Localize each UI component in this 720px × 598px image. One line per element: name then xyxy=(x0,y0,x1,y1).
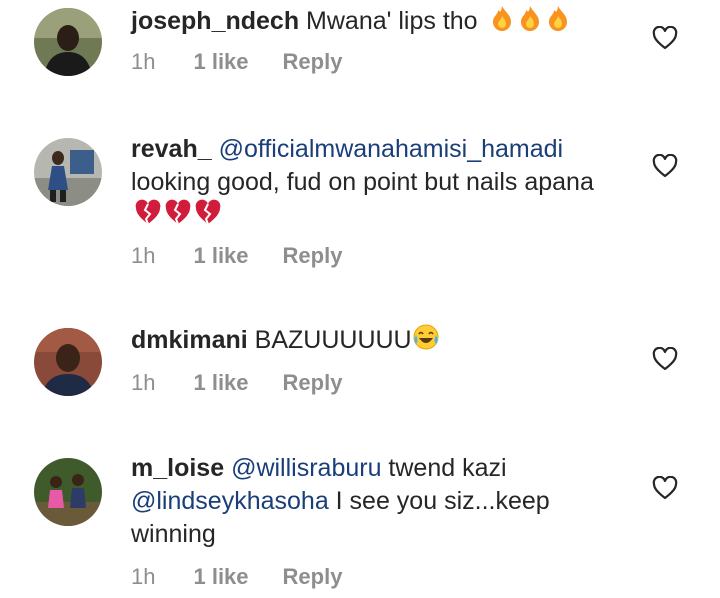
comment-username[interactable]: dmkimani xyxy=(131,326,248,354)
comment-time: 1h xyxy=(131,243,156,268)
avatar[interactable] xyxy=(34,8,102,76)
comment-body: BAZUUUUUU xyxy=(254,326,412,354)
avatar[interactable] xyxy=(34,328,102,396)
avatar[interactable] xyxy=(34,138,102,206)
comment-meta: 1h 1 like Reply xyxy=(131,564,376,590)
reply-button[interactable]: Reply xyxy=(283,370,343,396)
comment-username[interactable]: revah_ xyxy=(131,135,212,163)
comment-meta: 1h 1 like Reply xyxy=(131,370,376,396)
heart-icon[interactable] xyxy=(652,476,678,500)
comment-meta: 1h 1 like Reply xyxy=(131,49,376,75)
reply-button[interactable]: Reply xyxy=(283,243,343,269)
comment-body: Mwana' lips tho xyxy=(306,7,478,35)
mention-link[interactable]: @willisraburu xyxy=(231,454,381,482)
likes-count[interactable]: 1 like xyxy=(193,564,248,590)
comment-meta: 1h 1 like Reply xyxy=(131,243,376,269)
heart-icon[interactable] xyxy=(652,347,678,371)
likes-count[interactable]: 1 like xyxy=(193,49,248,75)
comment-text: joseph_ndech Mwana' lips tho xyxy=(131,4,631,41)
heart-icon[interactable] xyxy=(652,154,678,178)
comment-text: revah_ @officialmwanahamisi_hamadi looki… xyxy=(131,133,631,236)
tears-of-joy-icon xyxy=(412,323,440,360)
comment-body: twend kazi xyxy=(381,454,507,482)
comment-text: dmkimani BAZUUUUUU xyxy=(131,323,631,360)
comment-time: 1h xyxy=(131,49,156,74)
mention-link[interactable]: @lindseykhasoha xyxy=(131,487,329,515)
fire-icon xyxy=(489,4,573,41)
comment-time: 1h xyxy=(131,564,156,589)
comment-username[interactable]: joseph_ndech xyxy=(131,7,299,35)
comment-body: looking good, fud on point but nails apa… xyxy=(131,168,594,196)
reply-button[interactable]: Reply xyxy=(283,49,343,75)
avatar[interactable] xyxy=(34,458,102,526)
comment-username[interactable]: m_loise xyxy=(131,454,224,482)
broken-heart-icon xyxy=(135,199,223,236)
likes-count[interactable]: 1 like xyxy=(193,243,248,269)
comment-time: 1h xyxy=(131,370,156,395)
comment-text: m_loise @willisraburu twend kazi @lindse… xyxy=(131,452,631,551)
reply-button[interactable]: Reply xyxy=(283,564,343,590)
heart-icon[interactable] xyxy=(652,26,678,50)
mention-link[interactable]: @officialmwanahamisi_hamadi xyxy=(219,135,564,163)
likes-count[interactable]: 1 like xyxy=(193,370,248,396)
